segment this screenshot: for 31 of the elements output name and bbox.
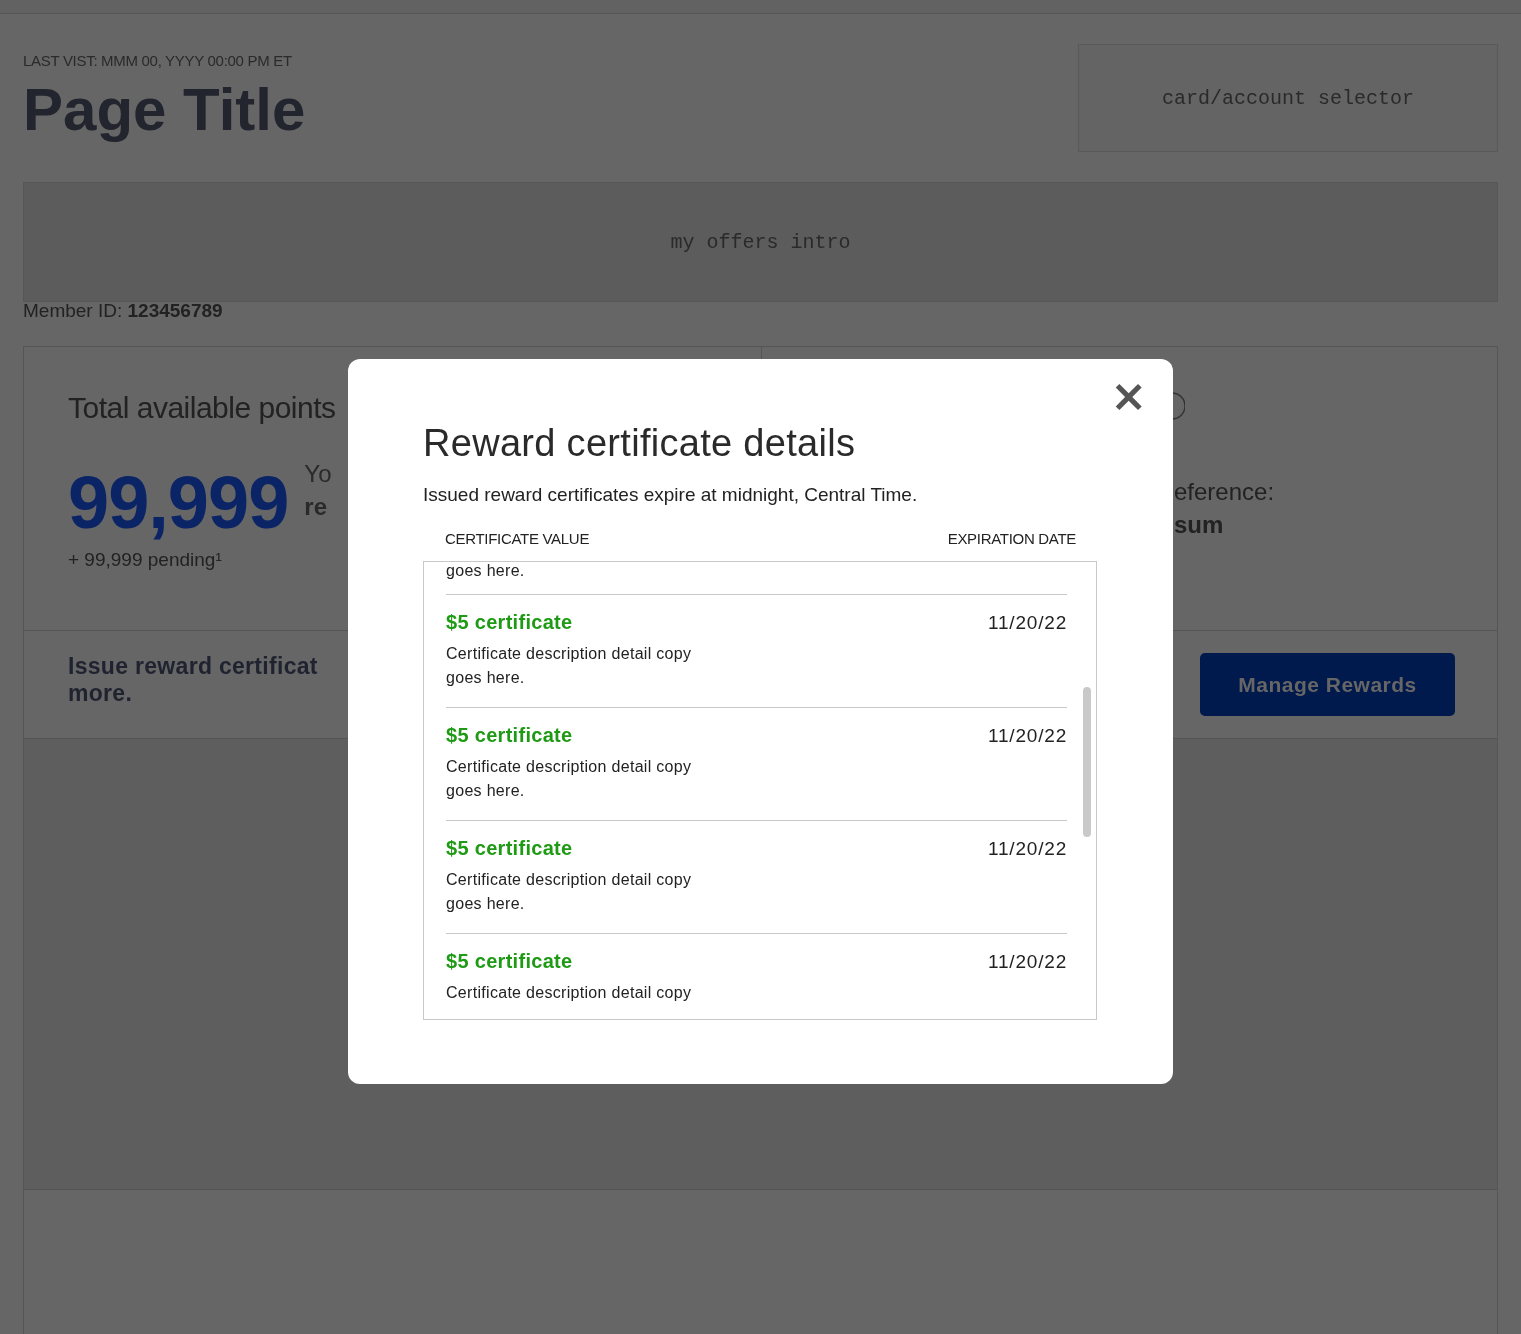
points-note-bold: re [304, 492, 329, 522]
member-id: Member ID: 123456789 [23, 302, 224, 320]
certificate-value: $5 certificate [446, 724, 573, 747]
certificate-description: Certificate description detail copy goes here. [446, 644, 693, 688]
expiration-date: 11/20/22 [988, 951, 1067, 973]
certificate-description: Certificate description detail copy goes here. [446, 757, 693, 801]
preference-label: eference: [1174, 477, 1275, 507]
manage-rewards-button[interactable]: Manage Rewards [1200, 653, 1455, 716]
expiration-date: 11/20/22 [988, 725, 1067, 747]
expiration-date: 11/20/22 [988, 612, 1067, 634]
dialog-subtitle: Issued reward certificates expire at midnight, Central Time. [423, 484, 919, 506]
points-note: Yo [304, 459, 332, 489]
column-header: CERTIFICATE VALUE [445, 530, 590, 547]
certificate-value: $5 certificate [446, 837, 573, 860]
certificate-description: Certificate description detail copy goes here. [446, 870, 693, 914]
issue-text: Issue reward certificat more. [68, 653, 318, 707]
preference-value: sum [1174, 510, 1224, 540]
dialog-title: Reward certificate details [423, 421, 857, 466]
certificate-description: goes here. [446, 562, 1067, 595]
points-heading: Total available points [68, 391, 337, 425]
column-header: EXPIRATION DATE [947, 530, 1076, 547]
scrollbar-thumb[interactable] [1083, 687, 1091, 837]
certificate-value: $5 certificate [446, 611, 573, 634]
pending-points: + 99,999 pending¹ [68, 549, 222, 571]
account-selector[interactable]: card/account selector [1078, 44, 1498, 152]
page-title: Page Title [23, 75, 306, 145]
last-visit: LAST VIST: MMM 00, YYYY 00:00 PM ET [23, 52, 293, 69]
certificate-value: $5 certificate [446, 950, 573, 973]
points-total: 99,999 [68, 463, 289, 543]
expiration-date: 11/20/22 [988, 838, 1067, 860]
certificate-description: Certificate description detail copy [446, 983, 693, 1003]
